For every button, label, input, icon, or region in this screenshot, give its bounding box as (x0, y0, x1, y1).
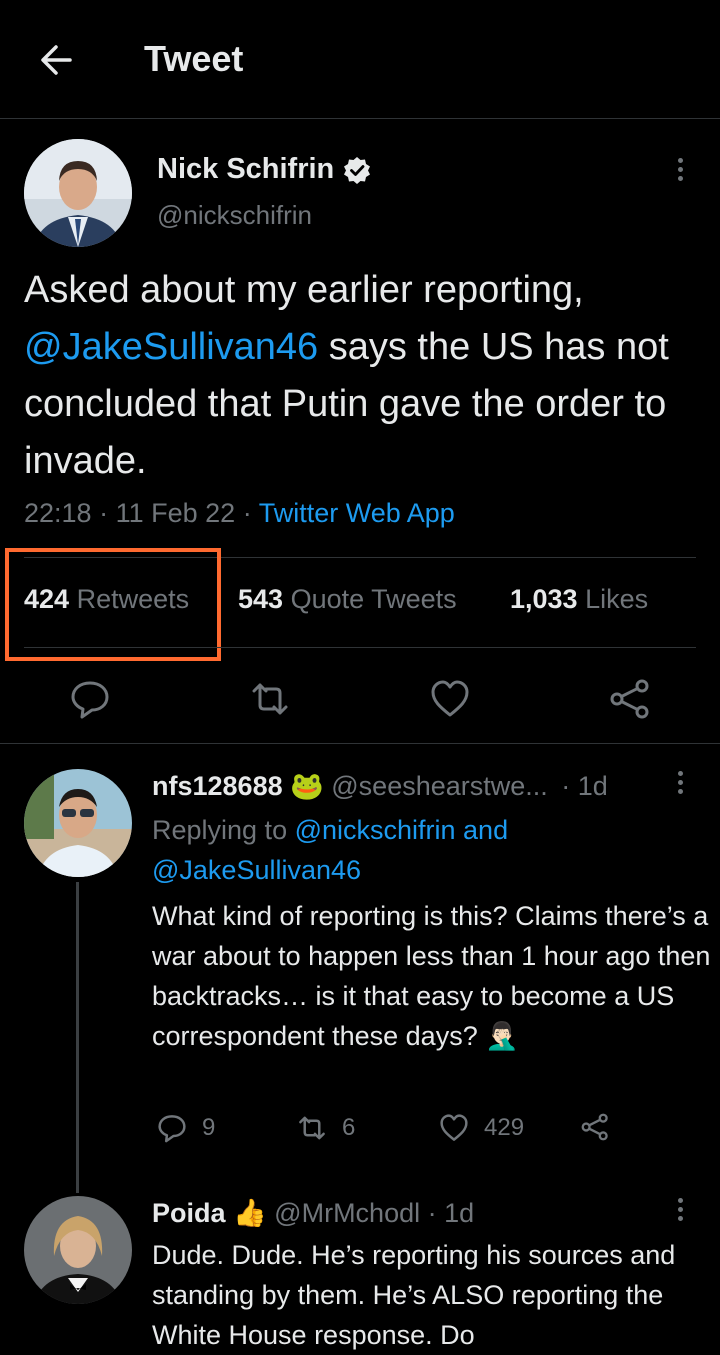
like-heart-icon (440, 1114, 468, 1141)
share-icon[interactable] (608, 677, 652, 721)
frog-emoji-icon: 🐸 (290, 771, 324, 801)
share-icon (581, 1113, 608, 1141)
tweet-time: 22:18 (24, 498, 92, 528)
more-options-icon[interactable] (676, 771, 684, 799)
divider (24, 647, 696, 648)
author-avatar[interactable] (24, 139, 132, 247)
retweet-icon (299, 1116, 325, 1140)
reply-header: Poida 👍 @MrMchodl · 1d (152, 1197, 474, 1229)
reply-author-handle[interactable]: @MrMchodl (274, 1198, 420, 1228)
tweet-meta: 22:18 · 11 Feb 22 · Twitter Web App (24, 498, 455, 528)
source-app-link[interactable]: Twitter Web App (259, 498, 455, 528)
reply-actions: 9 6 429 (152, 1112, 632, 1152)
highlight-box (5, 548, 221, 661)
reply-header: nfs128688 🐸 @seeshearstwe... · 1d (152, 770, 608, 802)
reply-author-name[interactable]: Poida (152, 1198, 226, 1228)
thread-line (76, 882, 79, 1193)
reply-icon[interactable] (68, 677, 112, 721)
reply-reply-button[interactable]: 9 (156, 1112, 215, 1144)
reply-avatar[interactable] (24, 769, 132, 877)
like-heart-icon[interactable] (428, 677, 472, 721)
more-options-icon[interactable] (676, 158, 684, 186)
author-handle[interactable]: @nickschifrin (157, 200, 312, 231)
more-options-icon[interactable] (676, 1198, 684, 1226)
retweet-icon[interactable] (248, 677, 292, 721)
replying-to: Replying to @nickschifrin and @JakeSulli… (152, 815, 509, 885)
reply-author-handle[interactable]: @seeshearstwe... (331, 771, 548, 801)
quote-tweets-stat[interactable]: 543 Quote Tweets (238, 584, 457, 615)
verified-badge-icon (344, 156, 371, 184)
reply-retweet-button[interactable]: 6 (296, 1112, 355, 1144)
reply-time: · 1d (561, 771, 608, 801)
author-name[interactable]: Nick Schifrin (157, 153, 372, 186)
back-arrow-icon[interactable] (36, 40, 76, 80)
page-title: Tweet (144, 38, 244, 79)
tweet-actions (0, 655, 720, 744)
mention-link[interactable]: @JakeSullivan46 (24, 326, 318, 368)
tweet-date: 11 Feb 22 (115, 498, 236, 528)
thumbs-up-emoji-icon: 👍 (233, 1198, 267, 1228)
reply-share-button[interactable] (580, 1112, 610, 1142)
top-bar: Tweet (0, 0, 720, 119)
likes-stat[interactable]: 1,033 Likes (510, 584, 648, 615)
reply-avatar[interactable] (24, 1196, 132, 1304)
reply-time: · 1d (427, 1198, 475, 1228)
reply-like-button[interactable]: 429 (438, 1112, 524, 1144)
reply-author-name[interactable]: nfs128688 (152, 771, 283, 801)
reply-text: Dude. Dude. He’s reporting his sources a… (152, 1240, 676, 1350)
reply-text: What kind of reporting is this? Claims t… (152, 901, 711, 1051)
tweet-text: Asked about my earlier reporting, @JakeS… (24, 269, 669, 482)
reply-icon (158, 1115, 186, 1143)
